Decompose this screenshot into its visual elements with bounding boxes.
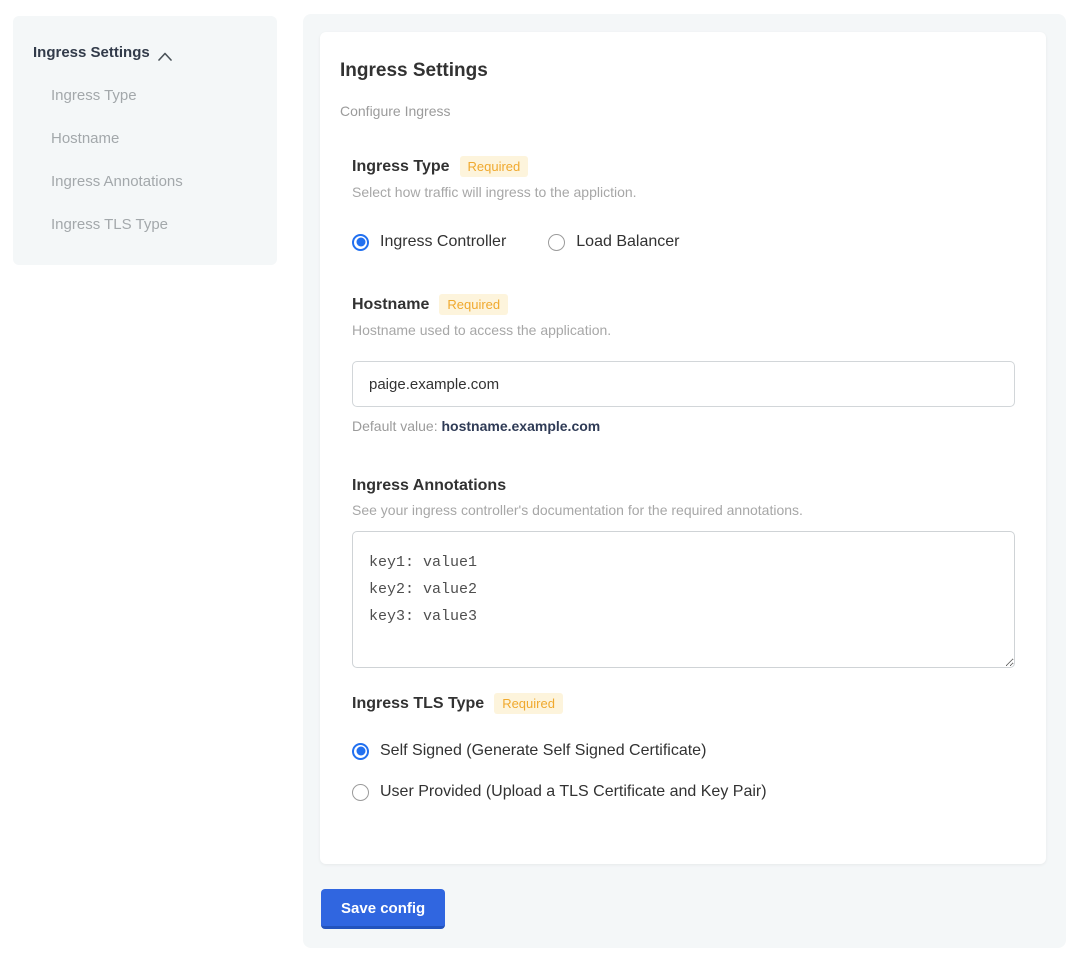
default-value-prefix: Default value: [352, 418, 442, 434]
sidebar-item-hostname[interactable]: Hostname [51, 130, 257, 147]
config-sidebar: Ingress Settings Ingress Type Hostname I… [13, 16, 277, 265]
save-config-button[interactable]: Save config [321, 889, 445, 929]
required-badge: Required [494, 693, 563, 714]
section-ingress-annotations: Ingress Annotations See your ingress con… [352, 477, 1015, 673]
config-main-panel: Ingress Settings Configure Ingress Ingre… [303, 14, 1066, 948]
radio-option-load-balancer[interactable]: Load Balancer [548, 233, 679, 251]
ingress-type-help: Select how traffic will ingress to the a… [352, 184, 1015, 200]
ingress-settings-card: Ingress Settings Configure Ingress Ingre… [320, 32, 1046, 864]
form-sections: Ingress Type Required Select how traffic… [352, 156, 1015, 801]
hostname-default-line: Default value: hostname.example.com [352, 418, 1015, 434]
ingress-annotations-help: See your ingress controller's documentat… [352, 502, 1015, 518]
hostname-heading: Hostname [352, 296, 429, 314]
radio-label: Load Balancer [576, 233, 679, 251]
sidebar-group-label: Ingress Settings [33, 44, 150, 61]
radio-label: Self Signed (Generate Self Signed Certif… [380, 742, 706, 760]
sidebar-group-ingress-settings[interactable]: Ingress Settings [33, 44, 257, 61]
radio-unselected-icon[interactable] [352, 784, 369, 801]
section-ingress-tls-type: Ingress TLS Type Required Self Signed (G… [352, 693, 1015, 801]
radio-option-self-signed[interactable]: Self Signed (Generate Self Signed Certif… [352, 742, 1015, 760]
radio-unselected-icon[interactable] [548, 234, 565, 251]
hostname-input[interactable] [352, 361, 1015, 407]
radio-label: User Provided (Upload a TLS Certificate … [380, 783, 767, 801]
sidebar-item-ingress-annotations[interactable]: Ingress Annotations [51, 173, 257, 190]
required-badge: Required [460, 156, 529, 177]
chevron-up-icon [158, 48, 172, 57]
radio-selected-icon[interactable] [352, 743, 369, 760]
ingress-type-radio-group: Ingress Controller Load Balancer [352, 233, 1015, 251]
radio-option-ingress-controller[interactable]: Ingress Controller [352, 233, 506, 251]
hostname-help: Hostname used to access the application. [352, 322, 1015, 338]
ingress-tls-radio-group: Self Signed (Generate Self Signed Certif… [352, 742, 1015, 801]
page-title: Ingress Settings [340, 60, 1015, 82]
radio-option-user-provided[interactable]: User Provided (Upload a TLS Certificate … [352, 783, 1015, 801]
sidebar-item-ingress-type[interactable]: Ingress Type [51, 87, 257, 104]
section-hostname: Hostname Required Hostname used to acces… [352, 294, 1015, 434]
ingress-annotations-heading: Ingress Annotations [352, 477, 506, 495]
ingress-annotations-textarea[interactable]: key1: value1 key2: value2 key3: value3 [352, 531, 1015, 668]
ingress-tls-type-heading: Ingress TLS Type [352, 695, 484, 713]
section-ingress-type: Ingress Type Required Select how traffic… [352, 156, 1015, 251]
ingress-type-heading: Ingress Type [352, 158, 450, 176]
radio-selected-icon[interactable] [352, 234, 369, 251]
page-subtitle: Configure Ingress [340, 103, 1015, 119]
default-value-text: hostname.example.com [442, 418, 601, 434]
required-badge: Required [439, 294, 508, 315]
radio-label: Ingress Controller [380, 233, 506, 251]
sidebar-item-ingress-tls-type[interactable]: Ingress TLS Type [51, 216, 257, 233]
sidebar-item-list: Ingress Type Hostname Ingress Annotation… [51, 87, 257, 233]
